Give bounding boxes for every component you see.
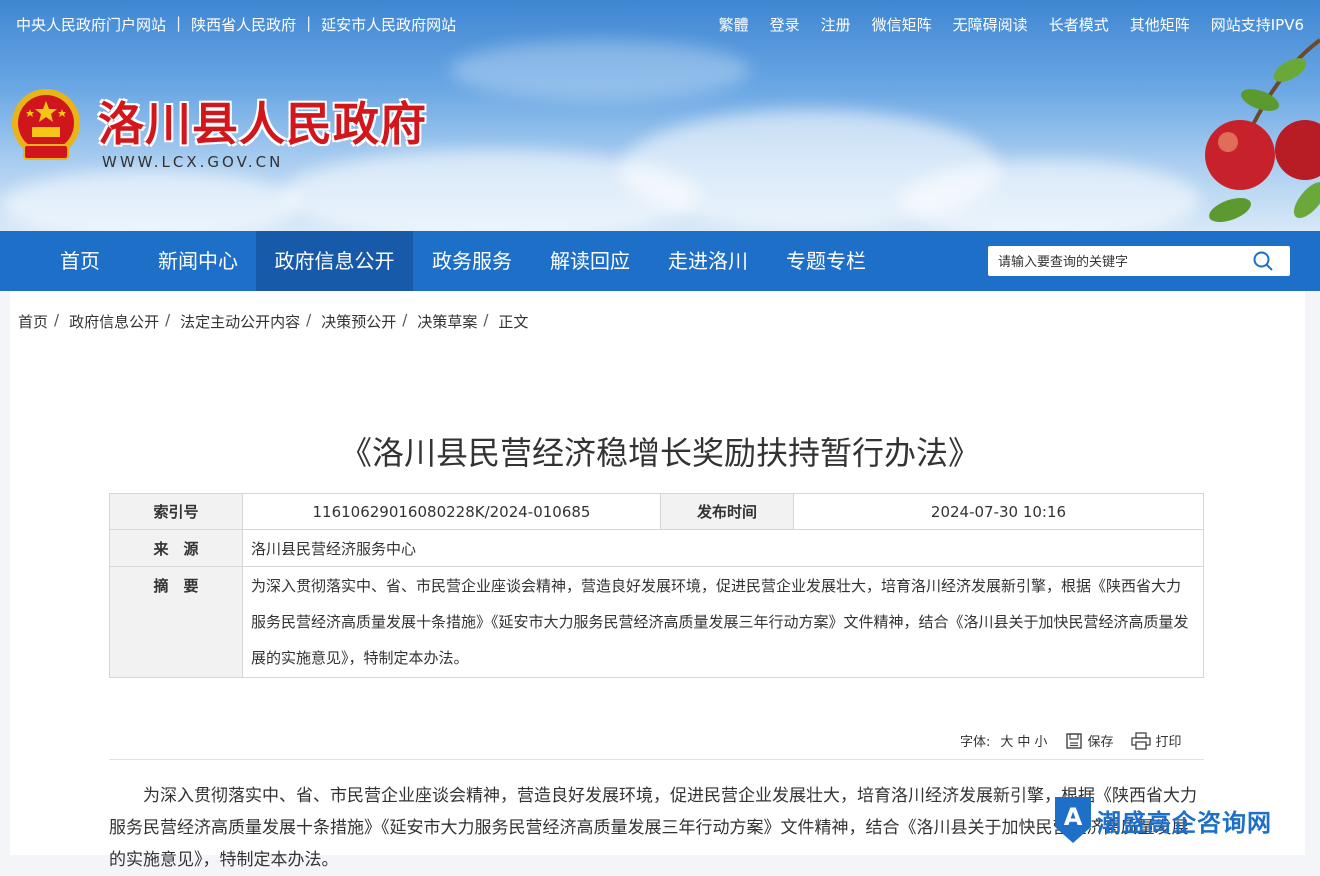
breadcrumb-current: 正文 <box>498 313 529 331</box>
source-label: 来 源 <box>109 529 243 567</box>
top-left-links: 中央人民政府门户网站 | 陕西省人民政府 | 延安市人民政府网站 <box>16 14 456 35</box>
link-accessibility[interactable]: 无障碍阅读 <box>953 14 1028 35</box>
breadcrumb: 首页 / 政府信息公开 / 法定主动公开内容 / 决策预公开 / 决策草案 / 正文 <box>18 311 528 332</box>
document-meta-table: 索引号 11610629016080228K/2024-010685 发布时间 … <box>109 493 1204 678</box>
site-url: WWW.LCX.GOV.CN <box>102 153 284 171</box>
top-separator: | <box>176 14 182 32</box>
site-title: 洛川县人民政府 <box>98 97 427 151</box>
breadcrumb-draft[interactable]: 决策草案 <box>417 311 477 332</box>
site-header: 中央人民政府门户网站 | 陕西省人民政府 | 延安市人民政府网站 繁體 登录 注… <box>0 0 1320 231</box>
content-divider <box>109 759 1204 760</box>
breadcrumb-sep: / <box>483 311 489 329</box>
source-value: 洛川县民营经济服务中心 <box>242 529 1204 567</box>
breadcrumb-home[interactable]: 首页 <box>18 311 48 332</box>
link-wechat-matrix[interactable]: 微信矩阵 <box>872 14 932 35</box>
apple-branch-image <box>1205 38 1320 223</box>
font-large-button[interactable]: 大 <box>1000 731 1013 750</box>
index-value: 11610629016080228K/2024-010685 <box>242 493 661 530</box>
watermark-text: 潮盛高企咨询网 <box>1097 807 1272 837</box>
link-traditional[interactable]: 繁體 <box>719 14 749 35</box>
nav-item-home[interactable]: 首页 <box>40 231 120 291</box>
date-value: 2024-07-30 10:16 <box>793 493 1204 530</box>
font-size-label: 字体: <box>960 735 991 750</box>
index-label: 索引号 <box>109 493 243 530</box>
search-box <box>988 246 1290 278</box>
nav-item-interpretation[interactable]: 解读回应 <box>531 231 649 291</box>
link-elder-mode[interactable]: 长者模式 <box>1049 14 1109 35</box>
print-button[interactable]: 打印 <box>1131 731 1181 750</box>
top-separator: | <box>306 14 312 32</box>
article-body: 为深入贯彻落实中、省、市民营企业座谈会精神，营造良好发展环境，促进民营企业发展壮… <box>109 786 1197 870</box>
link-yanan-gov[interactable]: 延安市人民政府网站 <box>321 14 456 35</box>
nav-item-news[interactable]: 新闻中心 <box>140 231 256 291</box>
print-icon <box>1131 731 1152 750</box>
date-label: 发布时间 <box>660 493 794 530</box>
breadcrumb-sep: / <box>402 311 408 329</box>
save-label: 保存 <box>1087 735 1114 750</box>
article-tools: 字体: 大 中 小 保存 打印 <box>960 731 1181 750</box>
search-icon[interactable] <box>1252 250 1274 272</box>
font-small-button[interactable]: 小 <box>1034 731 1047 750</box>
link-register[interactable]: 注册 <box>821 14 851 35</box>
font-medium-button[interactable]: 中 <box>1017 731 1030 750</box>
watermark-logo-icon: A <box>1055 797 1091 843</box>
link-central-gov[interactable]: 中央人民政府门户网站 <box>16 14 166 35</box>
svg-text:A: A <box>1064 803 1083 831</box>
breadcrumb-sep: / <box>306 311 312 329</box>
save-icon <box>1066 732 1083 749</box>
link-shaanxi-gov[interactable]: 陕西省人民政府 <box>191 14 296 35</box>
link-login[interactable]: 登录 <box>770 14 800 35</box>
summary-value: 为深入贯彻落实中、省、市民营企业座谈会精神，营造良好发展环境，促进民营企业发展壮… <box>242 566 1204 678</box>
breadcrumb-sep: / <box>54 311 60 329</box>
save-button[interactable]: 保存 <box>1065 731 1113 750</box>
breadcrumb-sep: / <box>165 311 171 329</box>
main-nav: 首页 新闻中心 政府信息公开 政务服务 解读回应 走进洛川 专题专栏 <box>0 231 1320 291</box>
document-title: 《洛川县民营经济稳增长奖励扶持暂行办法》 <box>339 434 980 472</box>
breadcrumb-gov-info[interactable]: 政府信息公开 <box>69 311 159 332</box>
print-label: 打印 <box>1155 735 1182 750</box>
nav-item-about[interactable]: 走进洛川 <box>649 231 767 291</box>
nav-item-topics[interactable]: 专题专栏 <box>767 231 885 291</box>
nav-item-services[interactable]: 政务服务 <box>413 231 531 291</box>
breadcrumb-pre-disclosure[interactable]: 决策预公开 <box>321 311 396 332</box>
breadcrumb-statutory[interactable]: 法定主动公开内容 <box>180 311 300 332</box>
national-emblem-icon <box>12 89 80 160</box>
watermark: A 潮盛高企咨询网 <box>1055 797 1272 843</box>
search-input[interactable] <box>996 246 1250 278</box>
summary-label: 摘 要 <box>109 566 243 678</box>
nav-item-gov-info[interactable]: 政府信息公开 <box>256 231 413 291</box>
